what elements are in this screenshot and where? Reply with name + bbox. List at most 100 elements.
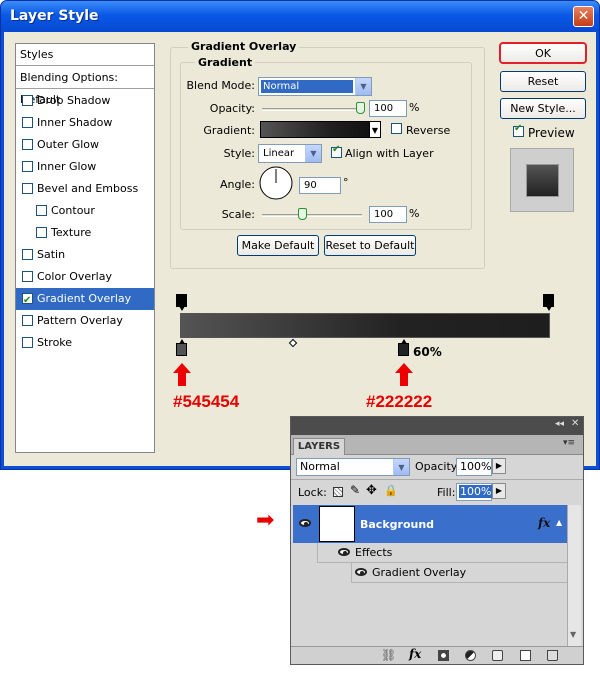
stop1-hex-label: #545454 <box>173 392 240 411</box>
opacity-input[interactable]: 100 <box>369 100 407 117</box>
effect-item-row[interactable]: Gradient Overlay <box>351 563 568 583</box>
style-item-gradient-overlay[interactable]: Gradient Overlay <box>16 288 154 312</box>
opacity-slider-thumb[interactable] <box>356 102 365 114</box>
eye-icon[interactable] <box>338 548 350 556</box>
panel-title-bar[interactable]: ◂◂ ✕ <box>291 417 583 435</box>
style-checkbox[interactable] <box>22 117 33 128</box>
styles-list-header[interactable]: Styles <box>16 44 154 66</box>
expand-effects-icon[interactable]: ▲ <box>556 518 562 527</box>
style-checkbox[interactable] <box>22 249 33 260</box>
style-item-bevel-and-emboss[interactable]: Bevel and Emboss <box>16 178 154 200</box>
reset-to-default-button[interactable]: Reset to Default <box>324 235 416 256</box>
panel-close-icon[interactable]: ✕ <box>571 418 579 429</box>
style-item-pattern-overlay[interactable]: Pattern Overlay <box>16 310 154 332</box>
style-item-stroke[interactable]: Stroke <box>16 332 154 354</box>
opacity-stop-right[interactable] <box>543 294 554 311</box>
style-checkbox[interactable] <box>36 205 47 216</box>
style-item-contour[interactable]: Contour <box>16 200 154 222</box>
collapse-icon[interactable]: ◂◂ <box>555 419 564 429</box>
style-checkbox[interactable] <box>22 337 33 348</box>
new-group-icon[interactable] <box>492 650 503 661</box>
new-layer-icon[interactable] <box>520 650 531 661</box>
ok-button[interactable]: OK <box>499 42 587 64</box>
chevron-down-icon[interactable]: ▼ <box>355 78 371 95</box>
opacity-stop-left[interactable] <box>176 294 187 311</box>
style-select[interactable]: Linear ▼ <box>258 144 322 163</box>
right-arrow-icon: ➡ <box>256 508 275 533</box>
fill-input[interactable]: 100% <box>456 483 493 501</box>
scale-label: Scale: <box>221 208 255 221</box>
link-layers-icon[interactable]: ⛓ <box>381 648 396 662</box>
adjustment-layer-icon[interactable] <box>465 650 476 661</box>
color-stop-2[interactable] <box>398 339 409 356</box>
add-mask-icon[interactable] <box>438 650 449 661</box>
reverse-checkbox[interactable] <box>391 123 402 134</box>
style-item-label: Contour <box>51 204 95 217</box>
angle-dial[interactable] <box>258 165 294 201</box>
tab-layers[interactable]: LAYERS <box>293 438 345 455</box>
effects-label: Effects <box>355 546 393 559</box>
angle-unit: ° <box>343 176 349 189</box>
color-stop-1[interactable] <box>176 339 187 356</box>
trash-icon[interactable] <box>547 650 558 661</box>
scale-slider[interactable] <box>262 214 362 217</box>
scale-slider-thumb[interactable] <box>298 208 307 220</box>
eye-icon[interactable] <box>299 519 311 527</box>
gradient-dropdown-icon[interactable]: ▼ <box>369 121 381 138</box>
style-checkbox[interactable] <box>22 271 33 282</box>
chevron-down-icon[interactable]: ▼ <box>393 459 409 475</box>
fill-flyout-icon[interactable]: ▶ <box>492 483 506 499</box>
style-item-inner-shadow[interactable]: Inner Shadow <box>16 112 154 134</box>
layer-name[interactable]: Background <box>360 518 434 531</box>
scale-input[interactable]: 100 <box>369 206 407 223</box>
layers-panel: ◂◂ ✕ ▾≡ LAYERS Normal ▼ Opacity: 100% ▶ … <box>290 416 584 665</box>
style-checkbox[interactable] <box>22 161 33 172</box>
style-checkbox[interactable] <box>22 315 33 326</box>
style-item-inner-glow[interactable]: Inner Glow <box>16 156 154 178</box>
preview-checkbox[interactable] <box>513 123 524 137</box>
reset-button[interactable]: Reset <box>500 71 586 92</box>
effects-row[interactable]: Effects <box>317 543 568 563</box>
fx-icon[interactable]: fx <box>538 516 550 530</box>
scroll-down-icon[interactable]: ▼ <box>570 630 576 639</box>
align-with-layer-checkbox[interactable] <box>331 144 342 158</box>
chevron-down-icon[interactable]: ▼ <box>305 145 321 162</box>
dialog-title: Layer Style <box>10 8 99 24</box>
style-checkbox[interactable] <box>22 95 33 106</box>
panel-menu-icon[interactable]: ▾≡ <box>563 438 575 448</box>
opacity-flyout-icon[interactable]: ▶ <box>492 458 506 474</box>
layers-scrollbar[interactable]: ▼ <box>567 505 581 646</box>
style-item-color-overlay[interactable]: Color Overlay <box>16 266 154 288</box>
style-checkbox[interactable] <box>22 139 33 150</box>
angle-input[interactable]: 90 <box>299 177 341 194</box>
blend-mode-select[interactable]: Normal ▼ <box>258 77 372 96</box>
blending-options-item[interactable]: Blending Options: Default <box>16 67 154 106</box>
style-checkbox[interactable] <box>22 290 33 312</box>
layer-opacity-input[interactable]: 100% <box>456 458 492 476</box>
add-style-icon[interactable]: fx <box>409 647 421 661</box>
lock-transparent-icon[interactable] <box>333 487 343 497</box>
gradient-preview-bar[interactable] <box>180 313 550 338</box>
style-item-drop-shadow[interactable]: Drop Shadow <box>16 90 154 112</box>
eye-icon[interactable] <box>355 568 367 576</box>
scale-unit: % <box>409 207 420 220</box>
new-style-button[interactable]: New Style... <box>500 98 586 119</box>
style-item-texture[interactable]: Texture <box>16 222 154 244</box>
effect-item-label: Gradient Overlay <box>372 566 467 579</box>
make-default-button[interactable]: Make Default <box>237 235 319 256</box>
layer-blend-mode-select[interactable]: Normal ▼ <box>296 458 410 476</box>
style-checkbox[interactable] <box>36 227 47 238</box>
lock-move-icon[interactable]: ✥ <box>366 483 377 498</box>
style-checkbox[interactable] <box>22 183 33 194</box>
close-button[interactable]: ✕ <box>573 6 594 27</box>
title-bar[interactable]: Layer Style ✕ <box>1 1 599 32</box>
style-item-outer-glow[interactable]: Outer Glow <box>16 134 154 156</box>
style-item-label: Inner Glow <box>37 160 97 173</box>
stop-location-label: 60% <box>413 345 442 359</box>
gradient-swatch[interactable] <box>260 121 370 138</box>
layer-row-background[interactable]: Background fx ▲ <box>293 505 568 543</box>
style-item-satin[interactable]: Satin <box>16 244 154 266</box>
lock-brush-icon[interactable]: ✎ <box>350 483 360 497</box>
lock-all-icon[interactable]: 🔒 <box>384 484 398 497</box>
opacity-slider[interactable] <box>262 108 364 111</box>
